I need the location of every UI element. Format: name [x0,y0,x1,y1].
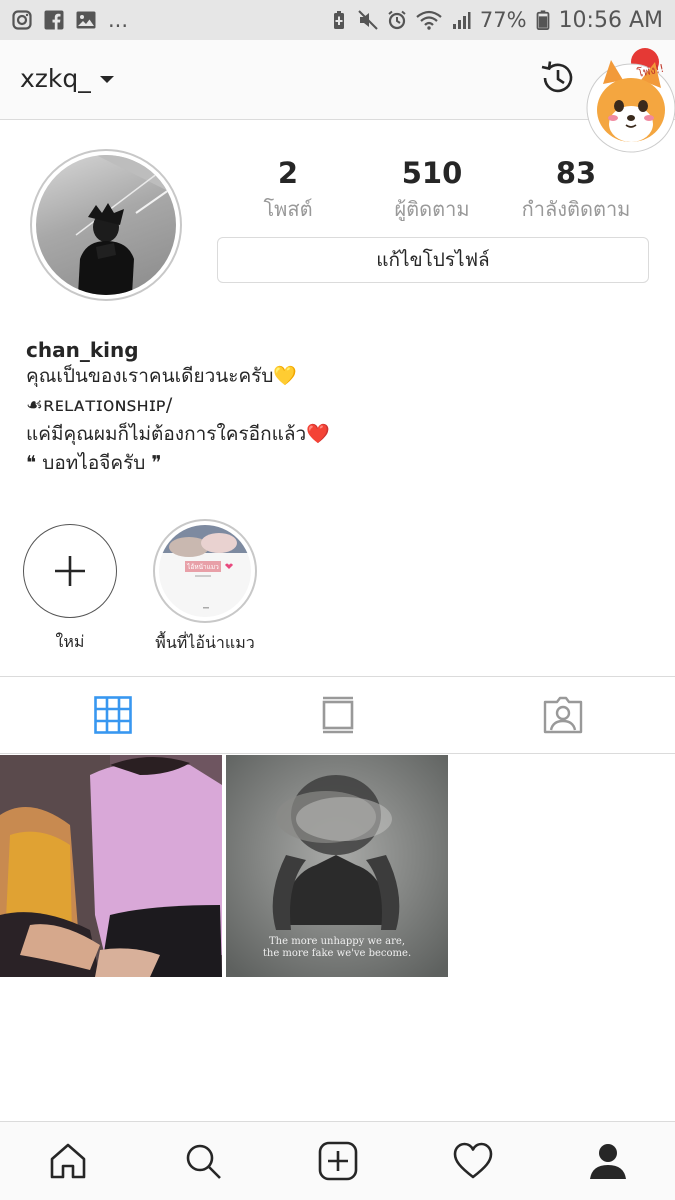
post-thumbnail-2[interactable]: The more unhappy we are, the more fake w… [226,755,448,977]
heart-icon [453,1142,492,1179]
corgi-sticker: โพ่ง!! [583,48,675,156]
profile-icon [589,1144,626,1179]
alarm-icon [388,10,406,30]
feed-icon [322,696,353,734]
nav-add[interactable] [270,1122,405,1200]
stat-posts-value: 2 [277,156,299,190]
highlight-cover-text: ไอ้หน้าแมว [186,563,219,571]
home-icon [50,1143,85,1179]
history-icon[interactable] [538,58,578,98]
stat-following-value: 83 [555,156,597,190]
signal-icon [452,12,471,29]
highlight-story-label: พื้นที่ไอ้น่าแมว [155,633,255,652]
tagged-icon [543,696,582,734]
highlight-new-circle[interactable] [23,524,117,618]
highlight-new-label: ใหม่ [55,632,85,651]
highlight-story[interactable]: ไอ้หน้าแมว พื้นที่ไอ้น่าแมว [145,519,265,656]
gallery-icon [76,11,96,29]
grid-icon [93,696,132,734]
highlight-story-circle[interactable]: ไอ้หน้าแมว [153,519,257,623]
wifi-icon [416,10,442,30]
status-time: 10:56 AM [558,7,663,33]
bio-line: ❝ บอทไอจีครับ ❞ [26,452,162,474]
battery-icon [536,10,549,30]
status-overflow: ... [108,8,129,32]
status-bar: ... 77% 10:56 AM [0,0,675,40]
mute-icon [358,10,378,30]
account-switcher[interactable]: xzkq_ [20,64,91,93]
post-caption-line2: the more fake we've become. [262,948,412,959]
plus-icon [55,556,85,586]
post-thumbnail-1[interactable] [0,755,222,977]
stat-following-label: กำลังติดตาม [521,197,631,221]
stat-posts-label: โพสต์ [263,197,313,221]
display-name: chan_king [26,338,139,362]
nav-profile[interactable] [540,1122,675,1200]
chevron-down-icon[interactable] [100,76,114,83]
bio-line: แค่มีคุณผมก็ไม่ต้องการใครอีกแล้ว❤️ [26,423,330,445]
post-caption-line1: The more unhappy we are, [269,936,405,947]
nav-activity[interactable] [405,1122,540,1200]
profile-tabs [0,676,675,754]
bio-line: คุณเป็นของเราคนเดียวนะครับ💛 [26,365,298,387]
bio: chan_king คุณเป็นของเราคนเดียวนะครับ💛 ☙ʀ… [26,338,646,478]
bottom-nav [0,1121,675,1200]
edit-profile-button[interactable]: แก้ไขโปรไฟล์ [217,237,649,283]
stat-posts[interactable]: 2 โพสต์ [208,156,368,222]
nav-search[interactable] [135,1122,270,1200]
nav-home[interactable] [0,1122,135,1200]
highlight-cover: ไอ้หน้าแมว [159,525,251,617]
tab-tagged[interactable] [450,677,675,753]
bio-line: ☙ʀᴇʟᴀᴛɪᴏɴsʜɪᴘ/ [26,394,173,416]
facebook-icon [44,10,64,30]
search-icon [186,1144,221,1179]
battery-saver-icon [333,11,344,29]
add-icon [318,1141,357,1181]
stat-followers-label: ผู้ติดตาม [394,197,470,221]
battery-percent: 77% [479,8,527,32]
instagram-icon [12,10,32,30]
highlight-new[interactable]: ใหม่ [22,524,118,655]
stat-following[interactable]: 83 กำลังติดตาม [496,156,656,222]
tab-grid[interactable] [0,677,225,753]
tab-feed[interactable] [225,677,450,753]
stat-followers-value: 510 [401,156,463,190]
stat-followers[interactable]: 510 ผู้ติดตาม [352,156,512,222]
avatar[interactable] [36,155,176,295]
